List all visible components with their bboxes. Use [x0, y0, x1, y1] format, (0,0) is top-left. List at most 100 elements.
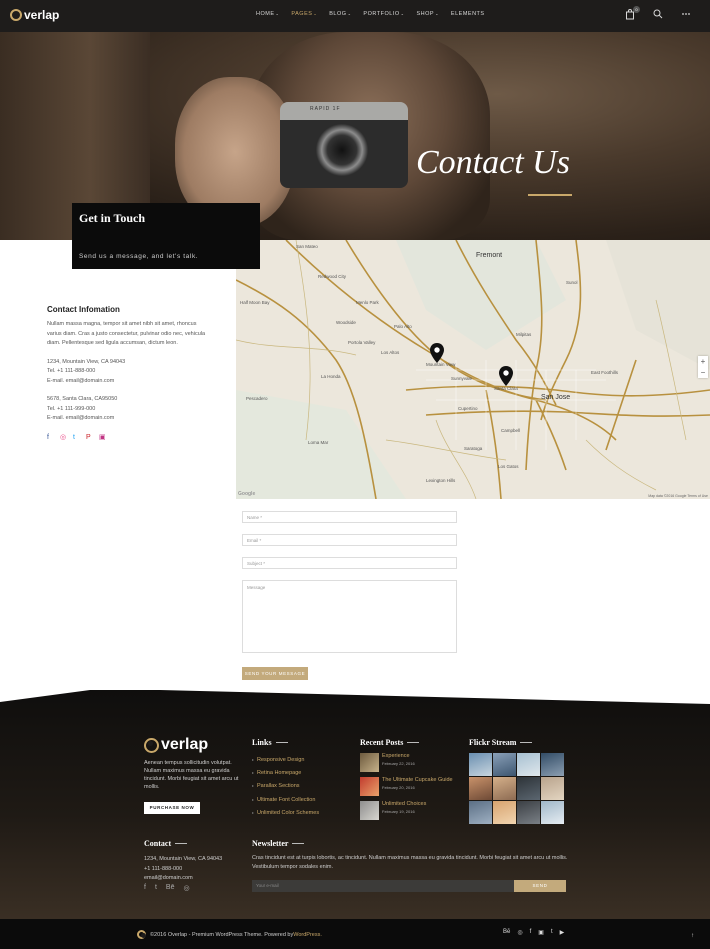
- nav-shop[interactable]: SHOP⌄: [416, 11, 438, 17]
- links-heading: Links: [252, 738, 288, 747]
- post-thumbnail: [360, 753, 379, 772]
- behance-icon[interactable]: Bē: [503, 929, 510, 936]
- post-title[interactable]: Experience: [382, 753, 415, 759]
- footer-link[interactable]: Parallax Sections: [252, 783, 319, 789]
- dribbble-icon[interactable]: ◎: [183, 884, 189, 892]
- flickr-photo[interactable]: [469, 777, 492, 800]
- header-icons: 0: [624, 6, 692, 21]
- post-thumbnail: [360, 801, 379, 820]
- post-title[interactable]: The Ultimate Cupcake Guide: [382, 777, 453, 783]
- twitter-icon[interactable]: t: [73, 434, 80, 441]
- office-1-email: E-mail. email@domain.com: [47, 377, 115, 384]
- instagram-icon[interactable]: ▣: [538, 929, 544, 936]
- main-menu: HOME⌄ PAGES⌄ BLOG⌄ PORTFOLIO⌄ SHOP⌄ ELEM…: [256, 11, 485, 17]
- nav-elements[interactable]: ELEMENTS: [451, 11, 485, 17]
- send-message-button[interactable]: SEND YOUR MESSAGE: [242, 667, 308, 680]
- footer-link[interactable]: Ultimate Font Collection: [252, 797, 319, 803]
- map-label-loma-mar: Loma Mar: [308, 440, 329, 445]
- map-label-sunnyvale: Sunnyvale: [451, 376, 473, 381]
- flickr-photo[interactable]: [517, 777, 540, 800]
- twitter-icon[interactable]: t: [155, 884, 157, 892]
- flickr-photo[interactable]: [493, 753, 516, 776]
- map-label-milpitas: Milpitas: [516, 332, 532, 337]
- map-pin-mountain-view[interactable]: [430, 343, 444, 363]
- flickr-photo[interactable]: [493, 777, 516, 800]
- instagram-icon[interactable]: ▣: [99, 434, 106, 441]
- map-label-east-foothills: East Foothills: [591, 370, 619, 375]
- nav-portfolio[interactable]: PORTFOLIO⌄: [363, 11, 404, 17]
- site-logo[interactable]: verlap: [10, 8, 59, 22]
- footer-link[interactable]: Responsive Design: [252, 757, 319, 763]
- post-thumbnail: [360, 777, 379, 796]
- recent-posts-heading: Recent Posts: [360, 738, 419, 747]
- post-date: February 20, 2016: [382, 785, 415, 790]
- facebook-icon[interactable]: f: [144, 884, 146, 892]
- flickr-photo[interactable]: [517, 801, 540, 824]
- youtube-icon[interactable]: ▶: [560, 929, 565, 936]
- zoom-in-button[interactable]: +: [698, 356, 708, 367]
- name-field[interactable]: Name *: [242, 511, 457, 523]
- cart-icon[interactable]: 0: [624, 6, 640, 21]
- newsletter-heading: Newsletter: [252, 839, 304, 848]
- zoom-out-button[interactable]: −: [698, 367, 708, 378]
- office-2-email: E-mail. email@domain.com: [47, 415, 115, 421]
- flickr-photo[interactable]: [493, 801, 516, 824]
- location-map[interactable]: Fremont San Jose Palo Alto Sunnyvale San…: [236, 240, 710, 499]
- footer-link[interactable]: Retina Homepage: [252, 770, 319, 776]
- footer-address: 1234, Mountain View, CA 94043: [144, 856, 223, 862]
- back-to-top-icon[interactable]: ↑: [691, 933, 694, 939]
- flickr-heading: Flickr Stream: [469, 738, 532, 747]
- wordpress-link[interactable]: WordPress.: [293, 932, 322, 938]
- contact-information: Contact Infomation Nullam massa magna, t…: [47, 305, 207, 441]
- message-field[interactable]: Message: [242, 580, 457, 653]
- facebook-icon[interactable]: f: [47, 434, 54, 441]
- map-label-la-honda: La Honda: [321, 374, 341, 379]
- nav-pages[interactable]: PAGES⌄: [291, 11, 317, 17]
- newsletter-send-button[interactable]: SEND: [514, 880, 566, 892]
- copyright: ©2016 Overlap - Premium WordPress Theme.…: [137, 930, 322, 939]
- top-navigation-bar: verlap HOME⌄ PAGES⌄ BLOG⌄ PORTFOLIO⌄ SHO…: [0, 0, 710, 32]
- flickr-photo[interactable]: [469, 801, 492, 824]
- bottom-social-links: Bē ◎ f ▣ t ▶: [503, 929, 564, 936]
- dribbble-icon[interactable]: ◎: [60, 434, 67, 441]
- map-attribution[interactable]: Map data ©2016 Google Terms of Use: [648, 494, 708, 498]
- nav-home[interactable]: HOME⌄: [256, 11, 279, 17]
- map-label-cupertino: Cupertino: [458, 406, 478, 411]
- map-label-portola-valley: Portola Valley: [348, 340, 376, 345]
- map-label-menlo-park: Menlo Park: [356, 300, 379, 305]
- facebook-icon[interactable]: f: [530, 929, 532, 936]
- search-icon[interactable]: [652, 9, 664, 21]
- behance-icon[interactable]: Bē: [166, 884, 175, 892]
- dribbble-icon[interactable]: ◎: [517, 929, 522, 936]
- map-zoom-controls: + −: [698, 356, 708, 378]
- flickr-photo[interactable]: [517, 753, 540, 776]
- footer-email[interactable]: email@domain.com: [144, 874, 222, 884]
- pinterest-icon[interactable]: P: [86, 434, 93, 441]
- footer-link[interactable]: Unlimited Color Schemes: [252, 810, 319, 816]
- post-date: February 19, 2016: [382, 809, 415, 814]
- recent-post[interactable]: The Ultimate Cupcake Guide February 20, 2…: [360, 777, 453, 796]
- subject-field[interactable]: Subject *: [242, 557, 457, 569]
- contact-info-text: Nullam massa magna, tempor sit amet nibh…: [47, 321, 206, 346]
- map-label-san-jose: San Jose: [541, 394, 571, 401]
- recent-post[interactable]: Unlimited Choices February 19, 2016: [360, 801, 426, 820]
- site-footer: verlap Aenean tempus sollicitudin volutp…: [0, 690, 710, 919]
- more-icon[interactable]: [680, 9, 692, 21]
- flickr-photo[interactable]: [541, 801, 564, 824]
- recent-post[interactable]: Experience February 22, 2016: [360, 753, 415, 772]
- email-field[interactable]: Email *: [242, 534, 457, 546]
- map-roads: [236, 240, 710, 499]
- newsletter-email-input[interactable]: Your e-mail: [252, 880, 514, 892]
- map-pin-santa-clara[interactable]: [499, 366, 513, 386]
- map-label-redwood-city: Redwood City: [318, 274, 347, 279]
- footer-logo[interactable]: verlap: [144, 736, 208, 754]
- flickr-gallery: [469, 753, 564, 824]
- twitter-icon[interactable]: t: [551, 929, 553, 936]
- post-title[interactable]: Unlimited Choices: [382, 801, 426, 807]
- flickr-photo[interactable]: [541, 777, 564, 800]
- flickr-photo[interactable]: [469, 753, 492, 776]
- flickr-photo[interactable]: [541, 753, 564, 776]
- nav-blog[interactable]: BLOG⌄: [329, 11, 351, 17]
- purchase-now-button[interactable]: PURCHASE NOW: [144, 802, 200, 814]
- camera-brand-text: RAPID 1F: [310, 106, 341, 112]
